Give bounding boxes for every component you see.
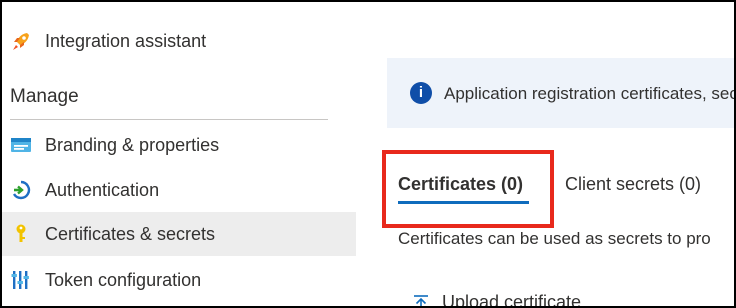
info-icon: i xyxy=(410,82,432,104)
section-title-manage: Manage xyxy=(10,86,79,107)
sidebar-divider xyxy=(10,119,328,120)
rocket-icon xyxy=(13,33,29,50)
upload-certificate-button[interactable]: Upload certificate xyxy=(412,292,582,308)
certificates-description: Certificates can be used as secrets to p… xyxy=(398,229,711,248)
upload-certificate-label: Upload certificate xyxy=(442,292,582,308)
sidebar-item-label: Certificates & secrets xyxy=(45,223,216,244)
sidebar-item-token-configuration[interactable]: Token configuration xyxy=(2,258,356,302)
app-frame: Integration assistant Manage Branding & … xyxy=(0,0,736,308)
branding-icon xyxy=(11,138,31,152)
sidebar-item-label: Token configuration xyxy=(45,269,202,290)
sidebar-item-authentication[interactable]: Authentication xyxy=(2,168,356,212)
info-banner-text: Application registration certificates, s… xyxy=(444,84,736,103)
highlight-annotation-box xyxy=(382,150,554,228)
key-icon xyxy=(16,224,26,242)
sidebar-item-branding[interactable]: Branding & properties xyxy=(2,123,356,167)
sidebar-item-certificates-secrets[interactable]: Certificates & secrets xyxy=(2,212,356,256)
tab-client-secrets[interactable]: Client secrets (0) xyxy=(565,174,701,195)
sidebar-item-label: Branding & properties xyxy=(45,134,220,155)
token-config-icon xyxy=(11,271,29,289)
sidebar-item-label: Integration assistant xyxy=(45,30,207,51)
sidebar-item-label: Authentication xyxy=(45,179,160,200)
upload-icon xyxy=(414,294,428,306)
authentication-icon xyxy=(12,180,31,200)
sidebar-item-integration-assistant[interactable]: Integration assistant xyxy=(2,19,356,63)
